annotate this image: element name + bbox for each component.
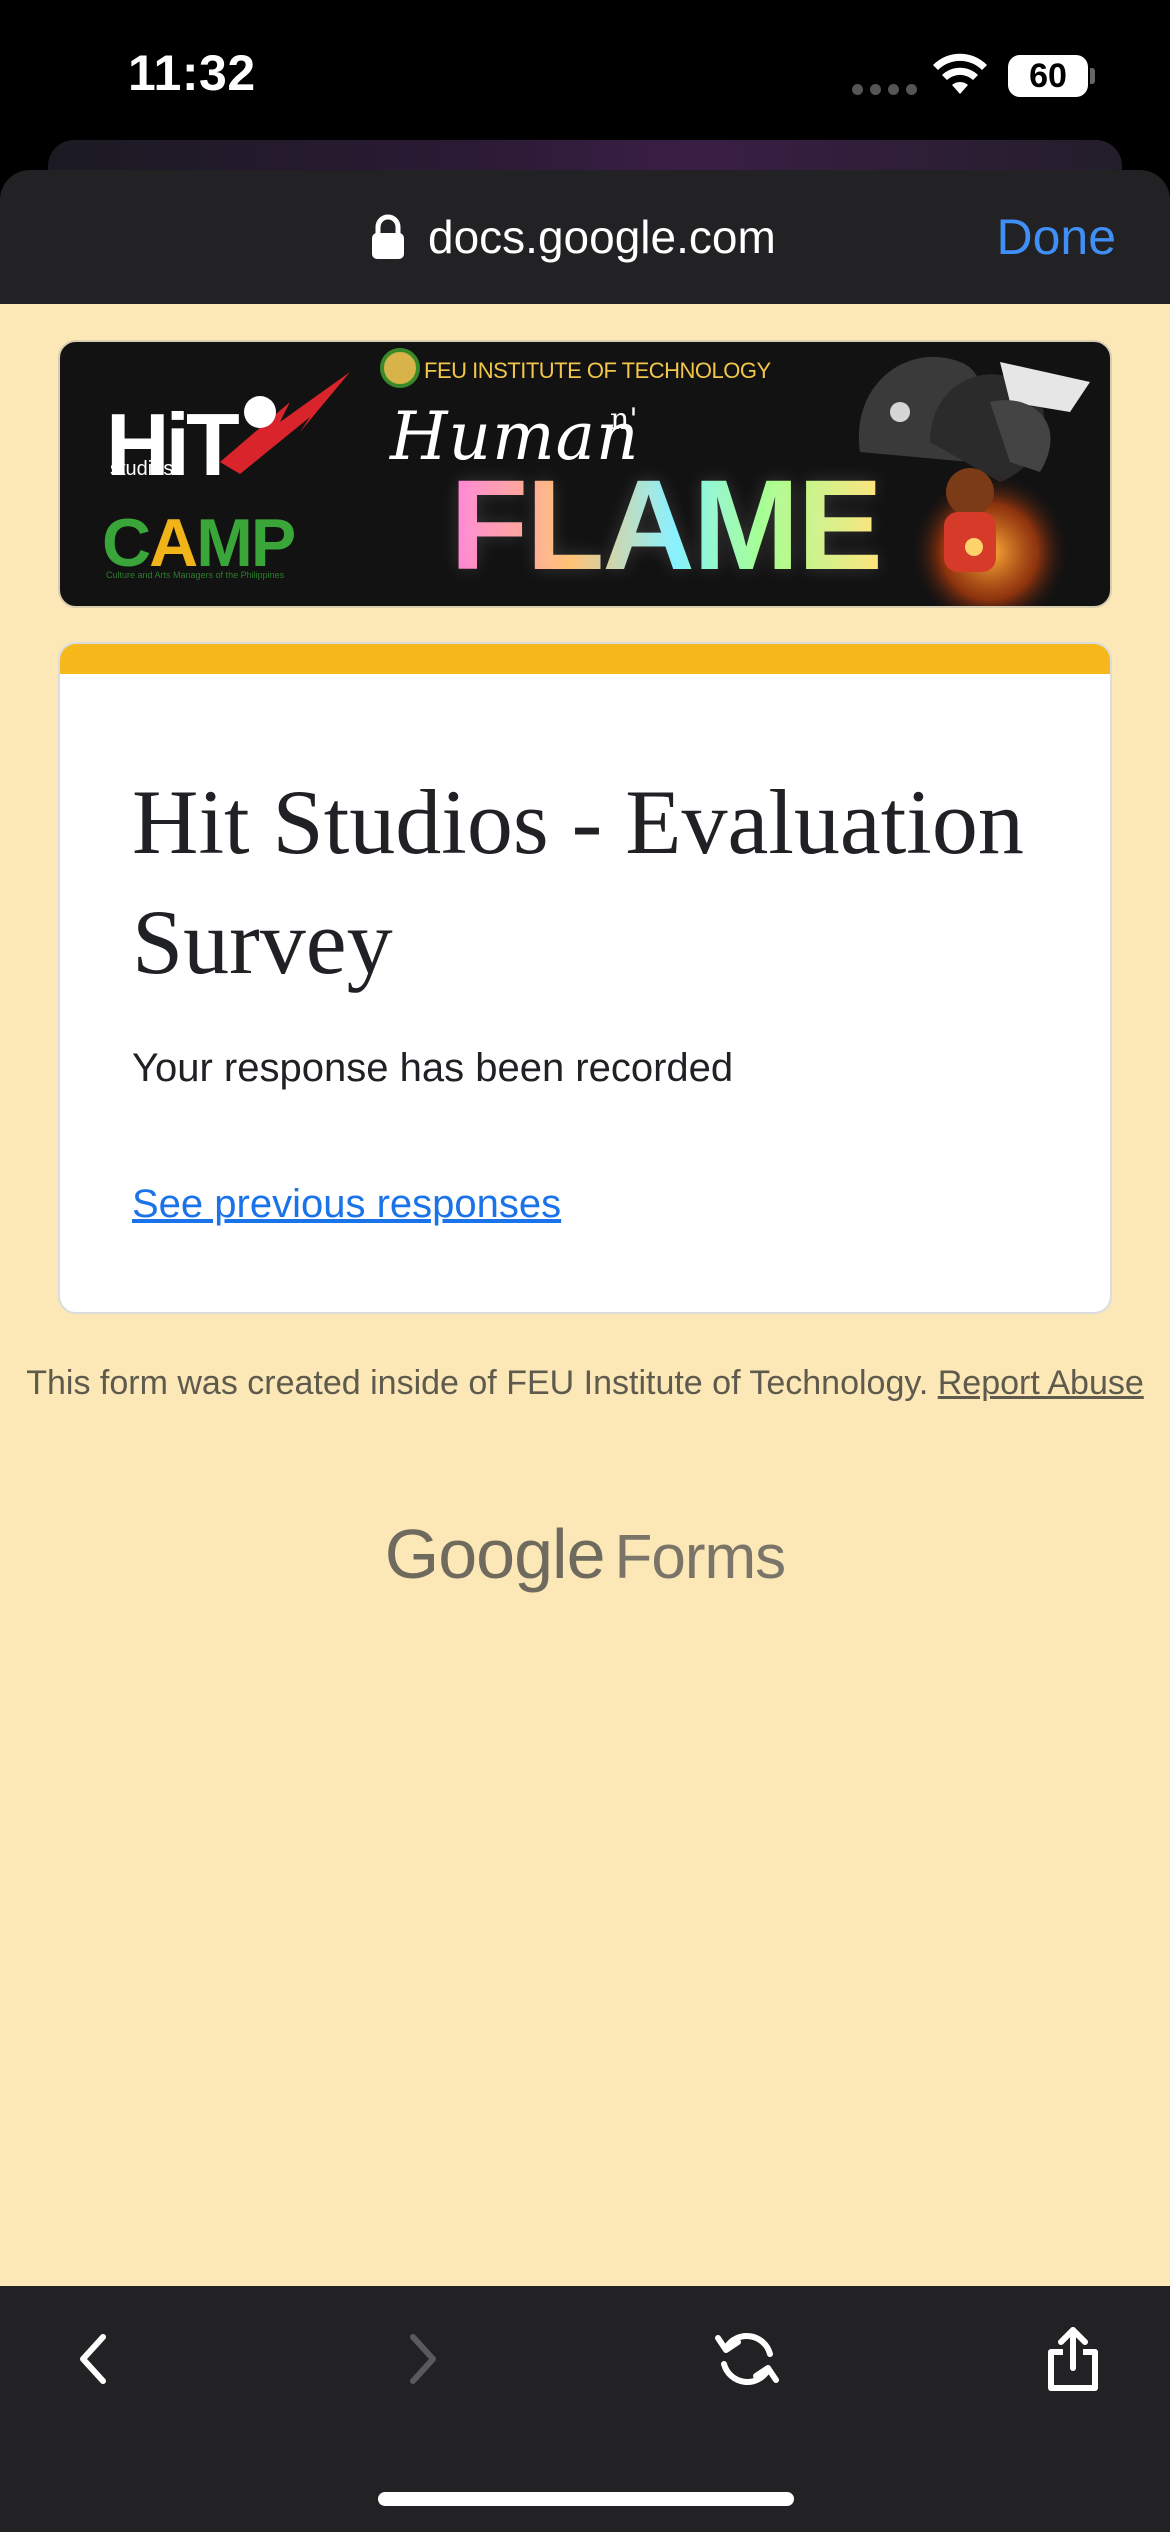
- forms-wordmark: Forms: [614, 1523, 787, 1592]
- battery-icon: 60: [1008, 55, 1088, 97]
- flame-text: FLAME: [450, 454, 883, 597]
- report-abuse-link[interactable]: Report Abuse: [938, 1364, 1144, 1402]
- browser-header: docs.google.com Done: [0, 170, 1170, 304]
- card-accent-bar: [60, 644, 1110, 674]
- institution-name: FEU INSTITUTE OF TECHNOLOGY: [424, 358, 771, 383]
- see-previous-responses-link[interactable]: See previous responses: [132, 1182, 561, 1227]
- reload-icon: [715, 2333, 779, 2385]
- google-forms-logo[interactable]: Google Forms: [0, 1514, 1170, 1594]
- back-icon: [80, 2334, 106, 2384]
- status-bar: 11:32 60: [0, 0, 1170, 150]
- footer-note: This form was created inside of FEU Inst…: [0, 1360, 1170, 1406]
- camp-sub: Culture and Arts Managers of the Philipp…: [106, 570, 285, 580]
- url-bar[interactable]: docs.google.com: [370, 210, 776, 264]
- form-banner-image: HiT studios CAMP Culture and Arts Manage…: [58, 340, 1112, 608]
- forward-button[interactable]: [378, 2314, 468, 2404]
- share-icon: [1048, 2327, 1098, 2391]
- feu-seal-icon: [380, 348, 420, 388]
- home-indicator[interactable]: [378, 2492, 794, 2506]
- status-time: 11:32: [128, 45, 256, 101]
- wifi-icon: [933, 53, 987, 94]
- ghost-illustration-icon: [858, 356, 1090, 606]
- confirmation-card: Hit Studios - Evaluation Survey Your res…: [58, 642, 1112, 1314]
- n-text: n': [610, 402, 638, 437]
- url-text: docs.google.com: [428, 211, 776, 263]
- page-content: HiT studios CAMP Culture and Arts Manage…: [0, 304, 1170, 2286]
- footer-note-text: This form was created inside of FEU Inst…: [26, 1364, 929, 1402]
- battery-cap: [1090, 68, 1095, 84]
- share-button[interactable]: [1028, 2314, 1118, 2404]
- hit-studios-sub: studios: [110, 458, 174, 480]
- lightning-bolt-icon: [220, 372, 350, 474]
- lock-icon: [372, 214, 404, 259]
- google-wordmark: Google: [384, 1515, 606, 1593]
- back-button[interactable]: [48, 2314, 138, 2404]
- form-title: Hit Studios - Evaluation Survey: [132, 771, 1024, 993]
- confirmation-message: Your response has been recorded: [132, 1046, 734, 1090]
- reload-button[interactable]: [702, 2314, 792, 2404]
- done-button[interactable]: Done: [996, 208, 1116, 266]
- signal-dots-icon: [852, 84, 917, 95]
- forward-icon: [410, 2334, 436, 2384]
